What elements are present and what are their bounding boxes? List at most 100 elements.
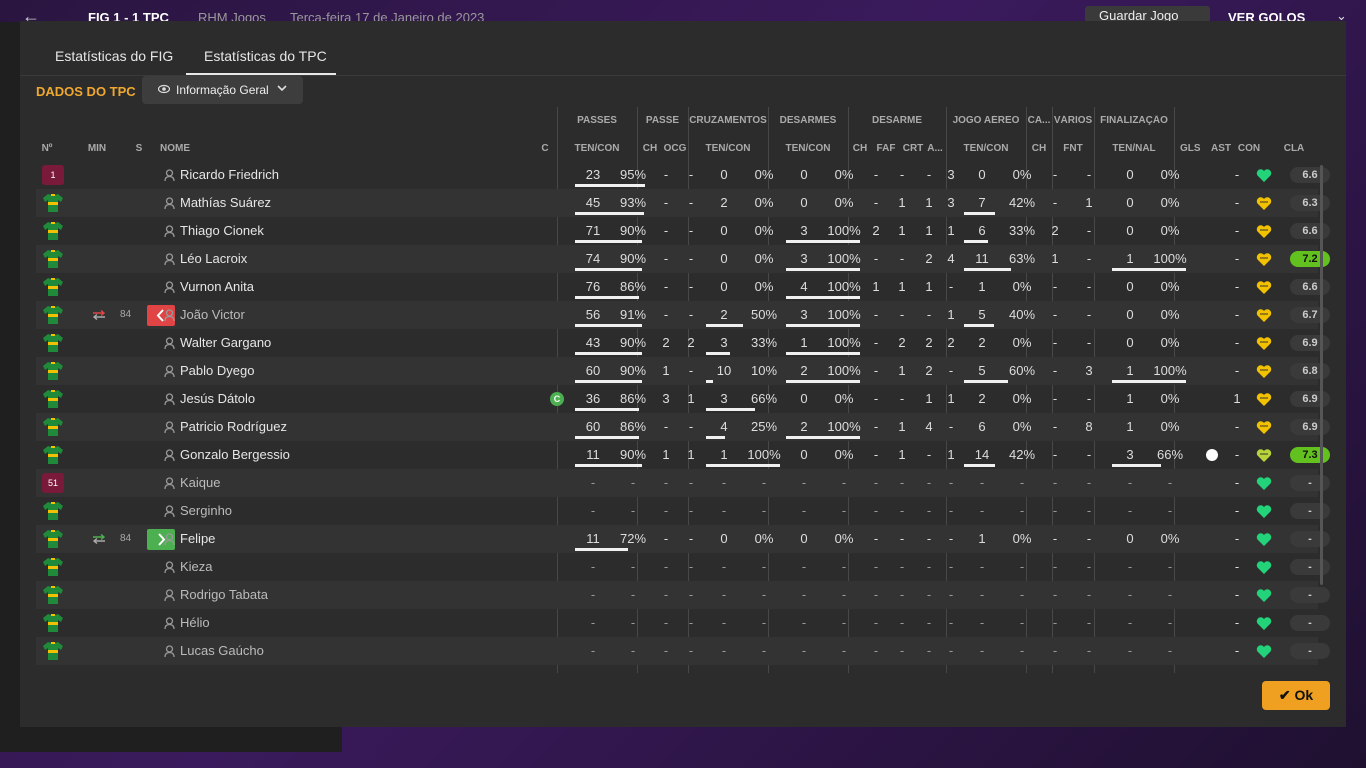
stat-cell: 1	[1051, 251, 1059, 266]
ratio-bar	[575, 184, 645, 187]
table-row[interactable]: Léo Lacroix 74 90% - -0 0% 3 100% - -2 4 11 63% 1-1 10…	[36, 245, 1330, 273]
player-name[interactable]: Gonzalo Bergessio	[180, 441, 290, 469]
table-row[interactable]: Jesús Dátolo C 36 86% 3 1 3 66% 0 0% - -1 1 2 0% - -1 0% 1…	[36, 385, 1330, 413]
player-rating: 6.9	[1290, 335, 1330, 351]
stat-cell: 2	[898, 335, 906, 350]
player-name[interactable]: Kaique	[180, 469, 220, 497]
stat-cell: -	[948, 363, 954, 378]
table-row[interactable]: Thiago Cionek 71 90% - -0 0% 3 100% 2 1 1 1 6 33% 2-0 0…	[36, 217, 1330, 245]
table-row[interactable]: 84 João Victor 56 91% - -2 50% 3 100% - - -1 5 40% - -0…	[36, 301, 1330, 329]
player-name[interactable]: Felipe	[180, 525, 215, 553]
player-profile-icon[interactable]	[164, 365, 175, 377]
stat-cell: -	[926, 307, 932, 322]
stat-cell: 2	[947, 335, 955, 350]
table-row[interactable]: Pablo Dyego 60 90% 1-10 10% 2 100% -1 2-5 60% -3 1 1…	[36, 357, 1330, 385]
stat-cell-empty: -	[590, 475, 596, 490]
stat-cell: 4	[925, 419, 933, 434]
condition-heart-icon	[1256, 169, 1272, 182]
stat-cell-empty: -	[1127, 615, 1133, 630]
stat-cell-empty: -	[761, 587, 767, 602]
stat-cell: -	[926, 167, 932, 182]
player-name[interactable]: Vurnon Anita	[180, 273, 254, 301]
stat-cell: 0	[800, 391, 808, 406]
scrollbar[interactable]	[1320, 165, 1323, 585]
ok-button[interactable]: ✔ Ok	[1262, 681, 1330, 710]
player-name[interactable]: Rodrigo Tabata	[180, 581, 268, 609]
stat-cell: 1	[947, 223, 955, 238]
stat-cell-empty: -	[663, 503, 669, 518]
ratio-bar	[964, 240, 988, 243]
column-subheader: TEN/CON	[963, 143, 1009, 154]
table-row[interactable]: 1 Ricardo Friedrich 23 95% - -0 0% 0 0% - - -3 0 0% - -…	[36, 161, 1330, 189]
shirt-icon	[43, 502, 63, 520]
ratio-bar	[706, 324, 743, 327]
table-row[interactable]: Mathías Suárez 45 93% - -2 0% 0 0% -1 1 3 7 42% -1 0 0%…	[36, 189, 1330, 217]
player-name[interactable]: Hélio	[180, 609, 210, 637]
condition-heart-icon	[1256, 393, 1272, 406]
player-profile-icon[interactable]	[164, 281, 175, 293]
player-profile-icon[interactable]	[164, 477, 175, 489]
table-row[interactable]: Rodrigo Tabata - - - - - - - - - - - - - - - - - - - -	[36, 581, 1330, 609]
player-name[interactable]: Walter Gargano	[180, 329, 271, 357]
player-profile-icon[interactable]	[164, 421, 175, 433]
table-row[interactable]: Lucas Gaúcho - - - - - - - - - - - - - - - - - - - -	[36, 637, 1330, 665]
ok-label: Ok	[1294, 687, 1314, 703]
player-profile-icon[interactable]	[164, 337, 175, 349]
player-name[interactable]: Pablo Dyego	[180, 357, 254, 385]
stat-cell: 2	[687, 335, 695, 350]
column-group-header: PASSES	[577, 115, 617, 126]
column-subheader: NOME	[160, 143, 190, 154]
stat-cell-empty: -	[841, 615, 847, 630]
shirt-icon	[43, 530, 63, 548]
player-profile-icon[interactable]	[164, 645, 175, 657]
table-row[interactable]: Walter Gargano 43 90% 2 2 3 33% 1 100% -2 2 2 2 0% - -0…	[36, 329, 1330, 357]
player-name[interactable]: Patricio Rodríguez	[180, 413, 287, 441]
player-name[interactable]: Ricardo Friedrich	[180, 161, 279, 189]
stat-cell: 1	[947, 447, 955, 462]
ratio-bar	[964, 268, 1011, 271]
player-profile-icon[interactable]	[164, 197, 175, 209]
player-name[interactable]: Mathías Suárez	[180, 189, 271, 217]
stat-cell: -	[688, 363, 694, 378]
table-row[interactable]: Kieza - - - - - - - - - - - - - - - - - - - -	[36, 553, 1330, 581]
player-name[interactable]: João Victor	[180, 301, 245, 329]
table-row[interactable]: Patricio Rodríguez 60 86% - -4 25% 2 100% -1 4-6 0…	[36, 413, 1330, 441]
player-rating: -	[1290, 475, 1330, 491]
stat-cell: 4	[947, 251, 955, 266]
shirt-icon	[43, 614, 63, 632]
player-profile-icon[interactable]	[164, 225, 175, 237]
stat-cell: -	[873, 195, 879, 210]
player-profile-icon[interactable]	[164, 309, 175, 321]
player-name[interactable]: Lucas Gaúcho	[180, 637, 264, 665]
stat-cell-empty: -	[801, 503, 807, 518]
table-row[interactable]: 51 Kaique - - - - - - - - - - - - - - - - - - - -	[36, 469, 1330, 497]
condition-heart-icon	[1256, 561, 1272, 574]
player-profile-icon[interactable]	[164, 449, 175, 461]
stat-cell-empty: -	[1052, 643, 1058, 658]
player-profile-icon[interactable]	[164, 561, 175, 573]
player-profile-icon[interactable]	[164, 589, 175, 601]
table-row[interactable]: Serginho - - - - - - - - - - - - - - - - - - - -	[36, 497, 1330, 525]
player-profile-icon[interactable]	[164, 533, 175, 545]
player-profile-icon[interactable]	[164, 169, 175, 181]
player-profile-icon[interactable]	[164, 253, 175, 265]
player-name[interactable]: Serginho	[180, 497, 232, 525]
table-row[interactable]: Hélio - - - - - - - - - - - - - - - - - - - -	[36, 609, 1330, 637]
condition-heart-icon	[1256, 337, 1272, 350]
stat-cell: 1	[925, 279, 933, 294]
table-row[interactable]: 84 Felipe 11 72% - -0 0% 0 0% - - - -1 0% - -0 0% - -	[36, 525, 1330, 553]
player-name[interactable]: Jesús Dátolo	[180, 385, 255, 413]
table-row[interactable]: Gonzalo Bergessio 11 90% 1 1 1 100% 0 0% -1-1 14 42…	[36, 441, 1330, 469]
table-row[interactable]: Vurnon Anita 76 86% - -0 0% 4 100% 1 1 1-1 0% - -0 0% -…	[36, 273, 1330, 301]
player-name[interactable]: Thiago Cionek	[180, 217, 264, 245]
stat-cell-empty: -	[590, 503, 596, 518]
player-name[interactable]: Kieza	[180, 553, 213, 581]
save-game-button[interactable]: Guardar Jogo	[1085, 6, 1210, 23]
player-rating: 6.6	[1290, 223, 1330, 239]
player-name[interactable]: Léo Lacroix	[180, 245, 247, 273]
player-profile-icon[interactable]	[164, 617, 175, 629]
stat-cell-empty: -	[1167, 475, 1173, 490]
player-profile-icon[interactable]	[164, 393, 175, 405]
stat-cell: -	[663, 251, 669, 266]
player-profile-icon[interactable]	[164, 505, 175, 517]
